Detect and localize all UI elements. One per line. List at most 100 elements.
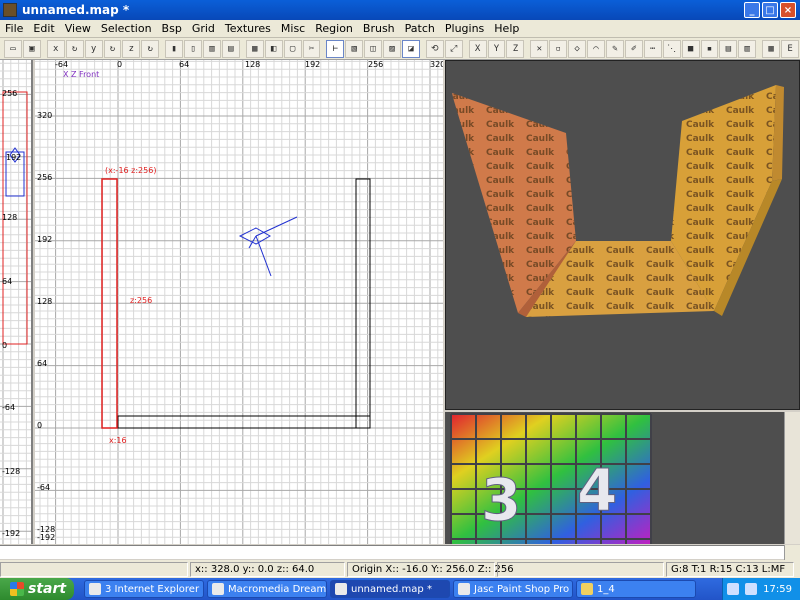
texture-browser[interactable]: 3 4 xyxy=(445,412,800,544)
save-icon[interactable]: ▣ xyxy=(22,39,41,58)
rotate-mode-icon[interactable]: ⟲ xyxy=(425,39,444,58)
select-complete-tall-icon[interactable]: ▮ xyxy=(165,39,184,58)
taskbar-item-dreamweaver[interactable]: Macromedia Dreamw... xyxy=(207,580,327,598)
grid-options-icon[interactable]: ▦ xyxy=(762,39,781,58)
patch-weld-icon[interactable]: ⋯ xyxy=(643,39,662,58)
more-options-icon[interactable]: E xyxy=(781,39,799,58)
taskbar-item-unnamed-map[interactable]: unnamed.map * xyxy=(330,580,450,598)
camera-entity-icon[interactable] xyxy=(238,227,272,245)
x-tick-label: 0 xyxy=(117,60,122,69)
texture-browser-canvas[interactable]: 3 4 xyxy=(445,412,784,544)
console-scrollbar[interactable] xyxy=(784,545,800,560)
menu-plugins[interactable]: Plugins xyxy=(440,22,489,35)
open-folder-icon[interactable]: ▭ xyxy=(4,39,22,58)
tray-icon[interactable] xyxy=(727,583,740,595)
taskbar-item-paint-shop-pro[interactable]: Jasc Paint Shop Pro - ... xyxy=(453,580,573,598)
menu-help[interactable]: Help xyxy=(489,22,524,35)
flip-y-icon[interactable]: y xyxy=(84,39,103,58)
menu-view[interactable]: View xyxy=(60,22,96,35)
taskbar-item-internet-explorer[interactable]: 3 Internet Explorer xyxy=(84,580,204,598)
patch-drill-icon[interactable]: ⋱ xyxy=(662,39,681,58)
close-button[interactable]: × xyxy=(780,2,796,18)
menu-bsp[interactable]: Bsp xyxy=(157,22,187,35)
maximize-button[interactable]: □ xyxy=(762,2,778,18)
task-label: 1_4 xyxy=(597,583,615,595)
filter-entities-icon[interactable]: ◇ xyxy=(568,39,587,58)
toolbar-separator xyxy=(757,40,761,58)
texture-browser-scrollbar[interactable] xyxy=(784,412,800,544)
csg-subtract-icon[interactable]: ▦ xyxy=(245,39,264,58)
brush-bottom-label: x:16 xyxy=(109,436,127,445)
rotate-z-icon[interactable]: ↻ xyxy=(141,39,160,58)
patch-bend-icon[interactable]: ⌒ xyxy=(587,39,605,58)
view-mode-icon[interactable]: ◪ xyxy=(402,39,420,58)
front-view-canvas[interactable]: -64 0 64 128 192 256 320 320 256 192 128… xyxy=(35,60,443,544)
scale-mode-icon[interactable]: ⤢ xyxy=(444,39,463,58)
task-label: Macromedia Dreamw... xyxy=(228,583,327,595)
clipper-icon[interactable]: ✂ xyxy=(302,39,321,58)
camera-icon[interactable]: ◫ xyxy=(364,39,383,58)
filter-brushes-icon[interactable]: ▫ xyxy=(549,39,568,58)
x-tick-label: 128 xyxy=(245,60,260,69)
select-partial-tall-icon[interactable]: ▥ xyxy=(203,39,221,58)
toolbar-separator xyxy=(42,40,46,58)
axis-z-icon[interactable]: Z xyxy=(506,39,525,58)
toolbar-separator xyxy=(321,40,325,58)
windows-logo-icon xyxy=(10,582,24,596)
task-label: 3 Internet Explorer xyxy=(105,583,200,595)
z-tick-label: 256 xyxy=(37,173,52,182)
patch-insert-icon[interactable]: ✎ xyxy=(605,39,624,58)
status-coords: x:: 328.0 y:: 0.0 z:: 64.0 xyxy=(190,561,345,577)
select-inside-icon[interactable]: ▤ xyxy=(221,39,240,58)
flip-x-icon[interactable]: x xyxy=(46,39,65,58)
menu-file[interactable]: File xyxy=(0,22,28,35)
side-view-canvas[interactable]: 256 192 128 64 0 -64 -128 -192 xyxy=(0,60,33,544)
filter-patches-icon[interactable]: ✕ xyxy=(530,39,549,58)
menu-edit[interactable]: Edit xyxy=(28,22,59,35)
cubic-clip-icon[interactable]: ▨ xyxy=(383,39,401,58)
x-tick-label: 320 xyxy=(430,60,443,69)
camera-3d-view[interactable]: Caulk xyxy=(445,60,800,410)
axis-x-icon[interactable]: X xyxy=(468,39,487,58)
lock-icon[interactable]: ▪ xyxy=(700,39,719,58)
entity-icon[interactable]: ▤ xyxy=(719,39,738,58)
camera-3d-canvas[interactable]: Caulk xyxy=(446,61,800,410)
select-touching-icon[interactable]: ▯ xyxy=(184,39,202,58)
console-output[interactable] xyxy=(0,545,800,560)
view-change-icon[interactable]: ⊢ xyxy=(326,39,345,58)
menu-region[interactable]: Region xyxy=(310,22,358,35)
z-tick-label: 192 xyxy=(37,235,52,244)
side-tick-label: 256 xyxy=(2,89,17,98)
texture-lock-icon[interactable]: ▧ xyxy=(345,39,364,58)
status-origin: Origin X:: -16.0 Y:: 256.0 Z:: 256 xyxy=(347,561,514,577)
minimize-button[interactable]: _ xyxy=(744,2,760,18)
rotate-y-icon[interactable]: ↻ xyxy=(103,39,122,58)
side-view-panel[interactable]: 256 192 128 64 0 -64 -128 -192 xyxy=(0,60,33,544)
menu-selection[interactable]: Selection xyxy=(96,22,157,35)
patch-delete-icon[interactable]: ✐ xyxy=(624,39,643,58)
floor-brush[interactable] xyxy=(117,415,371,429)
side-tick-label: 128 xyxy=(2,213,17,222)
toolbar-separator xyxy=(464,40,468,58)
menu-grid[interactable]: Grid xyxy=(187,22,220,35)
rotate-x-icon[interactable]: ↻ xyxy=(65,39,84,58)
menu-textures[interactable]: Textures xyxy=(220,22,276,35)
menu-misc[interactable]: Misc xyxy=(276,22,310,35)
toolbar-separator xyxy=(421,40,425,58)
menu-brush[interactable]: Brush xyxy=(358,22,400,35)
show-bounds-icon[interactable]: ■ xyxy=(681,39,700,58)
flip-z-icon[interactable]: z xyxy=(122,39,141,58)
tray-icon[interactable] xyxy=(745,583,758,595)
side-tick-label: -64 xyxy=(2,403,15,412)
title-bar: unnamed.map * _ □ × xyxy=(0,0,800,20)
hollow-icon[interactable]: ▢ xyxy=(283,39,302,58)
console-icon[interactable]: ▥ xyxy=(738,39,757,58)
csg-merge-icon[interactable]: ◧ xyxy=(264,39,283,58)
taskbar-item-folder[interactable]: 1_4 xyxy=(576,580,696,598)
axis-y-icon[interactable]: Y xyxy=(487,39,506,58)
menu-patch[interactable]: Patch xyxy=(400,22,440,35)
start-button[interactable]: start xyxy=(0,578,74,600)
folder-icon xyxy=(581,583,593,595)
front-view-panel[interactable]: -64 0 64 128 192 256 320 320 256 192 128… xyxy=(35,60,443,544)
app-icon[interactable] xyxy=(3,3,17,17)
